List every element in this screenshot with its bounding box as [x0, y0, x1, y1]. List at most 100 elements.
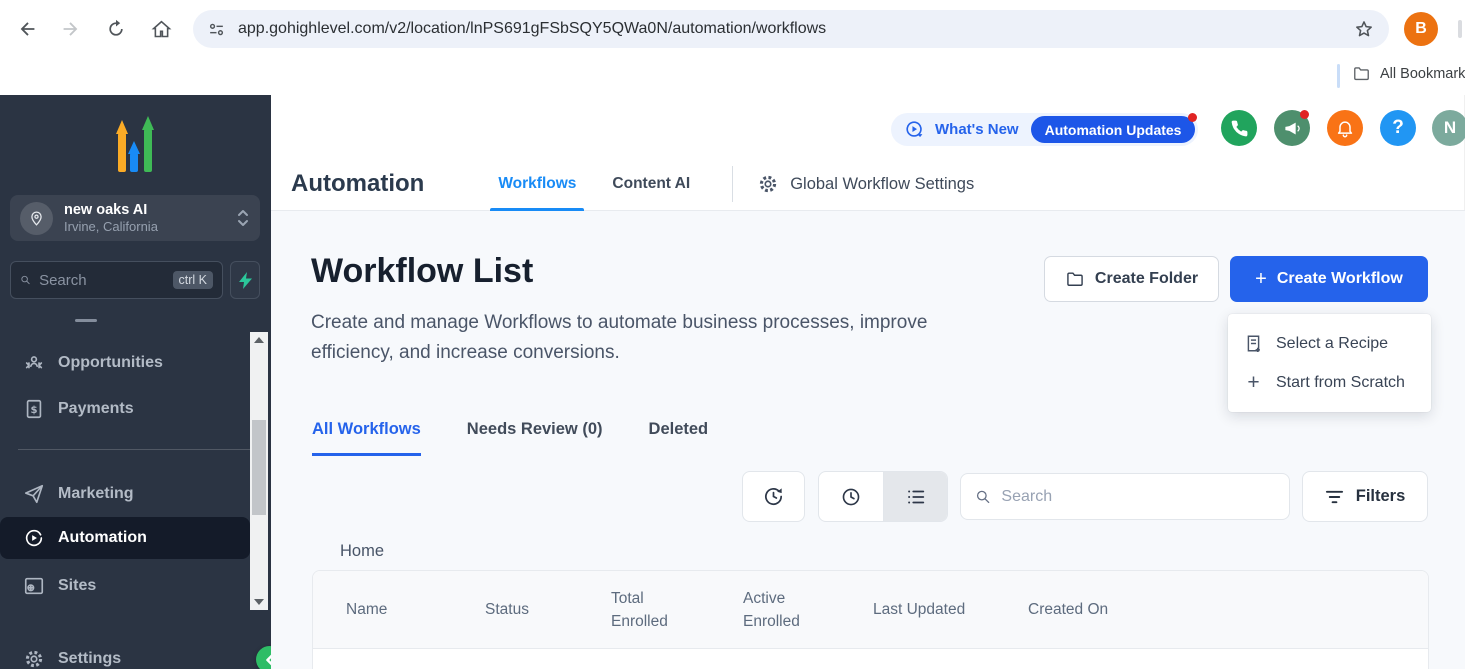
select-a-recipe-option[interactable]: Select a Recipe	[1228, 324, 1431, 363]
all-bookmarks-button[interactable]: All Bookmarks	[1352, 64, 1465, 83]
forward-icon	[59, 18, 81, 40]
chevron-up-down-icon	[236, 208, 250, 228]
announcements-button[interactable]	[1274, 110, 1310, 146]
bookmark-star-icon[interactable]	[1353, 18, 1375, 40]
account-switcher[interactable]: new oaks AI Irvine, California	[10, 195, 260, 241]
start-from-scratch-label: Start from Scratch	[1276, 374, 1405, 392]
workflow-search[interactable]	[960, 473, 1290, 520]
account-location: Irvine, California	[64, 219, 236, 235]
sidebar: new oaks AI Irvine, California ctrl K	[0, 95, 271, 669]
column-header-total-enrolled: Total Enrolled	[611, 587, 743, 633]
sidebar-item-label: Settings	[58, 650, 121, 668]
sidebar-item-label: Automation	[58, 529, 147, 547]
tab-all-workflows[interactable]: All Workflows	[312, 410, 421, 456]
breadcrumb-home[interactable]: Home	[340, 542, 384, 561]
scrollbar-up-button[interactable]	[250, 332, 268, 348]
all-bookmarks-label: All Bookmarks	[1380, 66, 1465, 82]
sidebar-search-row: ctrl K	[10, 261, 260, 299]
list-view-button[interactable]	[883, 472, 947, 521]
browser-menu-icon[interactable]	[1458, 20, 1462, 38]
sidebar-item-settings[interactable]: Settings	[0, 641, 250, 669]
shortcut-badge: ctrl K	[173, 271, 213, 289]
workflow-list-description: Create and manage Workflows to automate …	[311, 308, 1011, 368]
global-workflow-settings-button[interactable]: Global Workflow Settings	[757, 173, 974, 195]
filters-button[interactable]: Filters	[1302, 471, 1428, 522]
tab-needs-review[interactable]: Needs Review (0)	[467, 410, 603, 456]
whats-new-label: What's New	[935, 121, 1019, 138]
bell-icon	[1335, 118, 1355, 138]
user-avatar[interactable]: N	[1432, 110, 1465, 146]
forward-button[interactable]	[54, 13, 86, 45]
sidebar-item-automation[interactable]: Automation	[0, 517, 250, 559]
scrollbar-thumb[interactable]	[252, 420, 266, 515]
app-header: What's New Automation Updates ? N	[271, 95, 1465, 211]
settings-gear-icon	[22, 648, 46, 669]
list-icon	[905, 486, 927, 508]
sidebar-item-opportunities[interactable]: Opportunities	[0, 345, 250, 381]
payments-icon: $	[22, 398, 46, 420]
table-body	[313, 649, 1428, 669]
bookmarks-separator	[1337, 64, 1340, 88]
sidebar-search-input[interactable]	[39, 272, 172, 289]
recent-view-button[interactable]	[819, 472, 883, 521]
tab-content-ai[interactable]: Content AI	[594, 157, 708, 211]
sidebar-item-label: Payments	[58, 400, 134, 418]
create-workflow-button[interactable]: + Create Workflow	[1230, 256, 1428, 302]
plus-icon: +	[1245, 372, 1262, 393]
browser-profile-avatar[interactable]: B	[1404, 12, 1438, 46]
back-button[interactable]	[12, 13, 44, 45]
create-folder-button[interactable]: Create Folder	[1044, 256, 1219, 302]
svg-text:$: $	[30, 405, 37, 416]
workflow-search-input[interactable]	[1001, 488, 1275, 506]
sidebar-item-label: Opportunities	[58, 354, 163, 372]
folder-icon	[1065, 269, 1085, 289]
sidebar-search[interactable]: ctrl K	[10, 261, 223, 299]
sidebar-item-payments[interactable]: $ Payments	[0, 391, 250, 427]
history-clock-icon	[762, 485, 785, 508]
notifications-button[interactable]	[1327, 110, 1363, 146]
scrollbar-down-button[interactable]	[250, 594, 268, 610]
reload-icon	[106, 19, 126, 39]
triangle-up-icon	[254, 337, 264, 343]
tab-deleted[interactable]: Deleted	[649, 410, 709, 456]
search-icon	[20, 272, 31, 288]
account-name: new oaks AI	[64, 201, 236, 219]
page-title: Automation	[291, 170, 424, 198]
filter-icon	[1325, 489, 1344, 505]
bookmarks-bar: All Bookmarks	[0, 58, 1465, 95]
sidebar-divider	[18, 449, 253, 450]
header-divider	[732, 166, 733, 202]
sidebar-item-sites[interactable]: Sites	[0, 568, 250, 604]
history-button[interactable]	[742, 471, 805, 522]
column-header-active-enrolled: Active Enrolled	[743, 587, 873, 633]
tab-workflows[interactable]: Workflows	[480, 157, 594, 211]
sidebar-item-label: Marketing	[58, 485, 134, 503]
automation-updates-button[interactable]: Automation Updates	[1031, 116, 1196, 143]
sidebar-item-label: Sites	[58, 577, 96, 595]
sidebar-scrollbar[interactable]	[250, 332, 268, 610]
question-mark-icon: ?	[1392, 117, 1404, 139]
help-button[interactable]: ?	[1380, 110, 1416, 146]
start-from-scratch-option[interactable]: + Start from Scratch	[1228, 363, 1431, 402]
triangle-down-icon	[254, 599, 264, 605]
phone-button[interactable]	[1221, 110, 1257, 146]
url-bar[interactable]: app.gohighlevel.com/v2/location/lnPS691g…	[193, 10, 1389, 48]
megaphone-icon	[1283, 119, 1302, 138]
clock-icon	[840, 486, 862, 508]
url-text[interactable]: app.gohighlevel.com/v2/location/lnPS691g…	[238, 20, 1353, 38]
global-workflow-settings-label: Global Workflow Settings	[790, 175, 974, 194]
home-button[interactable]	[145, 13, 177, 45]
whats-new-button[interactable]: What's New Automation Updates	[891, 113, 1198, 146]
create-folder-label: Create Folder	[1095, 270, 1198, 288]
automation-icon	[22, 527, 46, 549]
back-icon	[17, 18, 39, 40]
avatar-initial: N	[1444, 118, 1456, 138]
recipe-icon	[1245, 334, 1262, 353]
scrolled-nav-item-partial	[75, 319, 97, 322]
sidebar-item-marketing[interactable]: Marketing	[0, 476, 250, 512]
sites-icon	[22, 575, 46, 597]
notification-dot	[1188, 113, 1197, 122]
main-area: What's New Automation Updates ? N	[271, 95, 1465, 669]
reload-button[interactable]	[100, 13, 132, 45]
ai-assistant-button[interactable]	[230, 261, 260, 299]
